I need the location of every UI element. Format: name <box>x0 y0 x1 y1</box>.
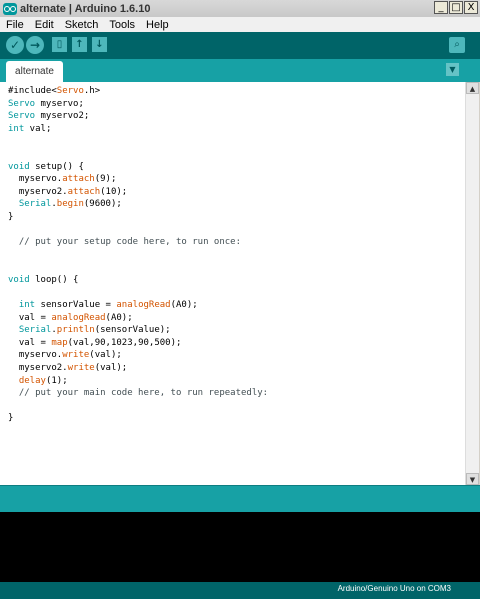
code-line[interactable]: delay(1); <box>8 375 268 388</box>
code-editor[interactable]: #include<Servo.h> Servo myservo; Servo mys… <box>0 82 465 485</box>
board-status: Arduino/Genuino Uno on COM3 <box>337 584 451 593</box>
new-file-icon: ▯ <box>56 39 63 50</box>
code-line[interactable]: int val; <box>8 123 268 136</box>
menu-help[interactable]: Help <box>140 19 174 31</box>
tab-alternate[interactable]: alternate <box>6 61 63 82</box>
toolbar: ✓ → ▯ ↑ ↓ ⌕ <box>0 32 480 59</box>
new-button[interactable]: ▯ <box>52 37 67 52</box>
scroll-down-icon[interactable]: ▼ <box>466 473 479 485</box>
window-title: alternate | Arduino 1.6.10 <box>20 2 151 15</box>
code-line[interactable] <box>8 224 268 237</box>
menu-edit[interactable]: Edit <box>29 19 59 31</box>
arrow-down-icon: ↓ <box>95 39 104 50</box>
upload-button[interactable]: → <box>26 36 44 54</box>
open-button[interactable]: ↑ <box>72 37 87 52</box>
code-line[interactable] <box>8 135 268 148</box>
tab-menu-button[interactable]: ▼ <box>446 63 459 76</box>
code-line[interactable]: Servo myservo2; <box>8 110 268 123</box>
serial-monitor-button[interactable]: ⌕ <box>449 37 465 53</box>
code-line[interactable]: } <box>8 412 268 425</box>
editor-scrollbar[interactable]: ▲ ▼ <box>465 82 479 485</box>
code-line[interactable]: myservo2.attach(10); <box>8 186 268 199</box>
tab-bar: alternate ▼ <box>0 59 480 82</box>
menu-tools[interactable]: Tools <box>103 19 140 31</box>
arduino-logo-icon <box>3 2 17 15</box>
code-line[interactable]: myservo.attach(9); <box>8 173 268 186</box>
menu-sketch[interactable]: Sketch <box>59 19 104 31</box>
arrow-right-icon: → <box>29 38 41 52</box>
code-line[interactable]: val = map(val,90,1023,90,500); <box>8 337 268 350</box>
title-bar: alternate | Arduino 1.6.10 _ □ X <box>0 0 480 18</box>
code-line[interactable]: // put your setup code here, to run once… <box>8 236 268 249</box>
minimize-button[interactable]: _ <box>434 1 448 14</box>
triangle-down-icon: ▼ <box>449 65 456 74</box>
arrow-up-icon: ↑ <box>75 39 84 50</box>
magnifier-icon: ⌕ <box>454 39 460 50</box>
code-text[interactable]: #include<Servo.h> Servo myservo; Servo mys… <box>8 85 268 425</box>
menu-bar: File Edit Sketch Tools Help <box>0 17 480 32</box>
save-button[interactable]: ↓ <box>92 37 107 52</box>
code-line[interactable]: val = analogRead(A0); <box>8 312 268 325</box>
maximize-button[interactable]: □ <box>449 1 463 14</box>
code-line[interactable] <box>8 261 268 274</box>
scroll-up-icon[interactable]: ▲ <box>466 82 479 94</box>
code-line[interactable]: Serial.begin(9600); <box>8 198 268 211</box>
code-line[interactable]: myservo2.write(val); <box>8 362 268 375</box>
code-line[interactable]: Servo myservo; <box>8 98 268 111</box>
code-line[interactable]: } <box>8 211 268 224</box>
code-line[interactable] <box>8 148 268 161</box>
window-controls: _ □ X <box>434 1 478 14</box>
code-line[interactable]: myservo.write(val); <box>8 349 268 362</box>
check-icon: ✓ <box>9 38 21 52</box>
message-area <box>0 485 480 513</box>
code-line[interactable] <box>8 287 268 300</box>
code-line[interactable]: int sensorValue = analogRead(A0); <box>8 299 268 312</box>
code-line[interactable]: Serial.println(sensorValue); <box>8 324 268 337</box>
code-line[interactable] <box>8 249 268 262</box>
code-line[interactable]: // put your main code here, to run repea… <box>8 387 268 400</box>
code-line[interactable]: void setup() { <box>8 161 268 174</box>
code-line[interactable]: void loop() { <box>8 274 268 287</box>
verify-button[interactable]: ✓ <box>6 36 24 54</box>
code-line[interactable] <box>8 400 268 413</box>
console-output[interactable] <box>0 512 480 582</box>
menu-file[interactable]: File <box>0 19 29 31</box>
code-line[interactable]: #include<Servo.h> <box>8 85 268 98</box>
status-bar: Arduino/Genuino Uno on COM3 <box>0 582 480 599</box>
close-button[interactable]: X <box>464 1 478 14</box>
